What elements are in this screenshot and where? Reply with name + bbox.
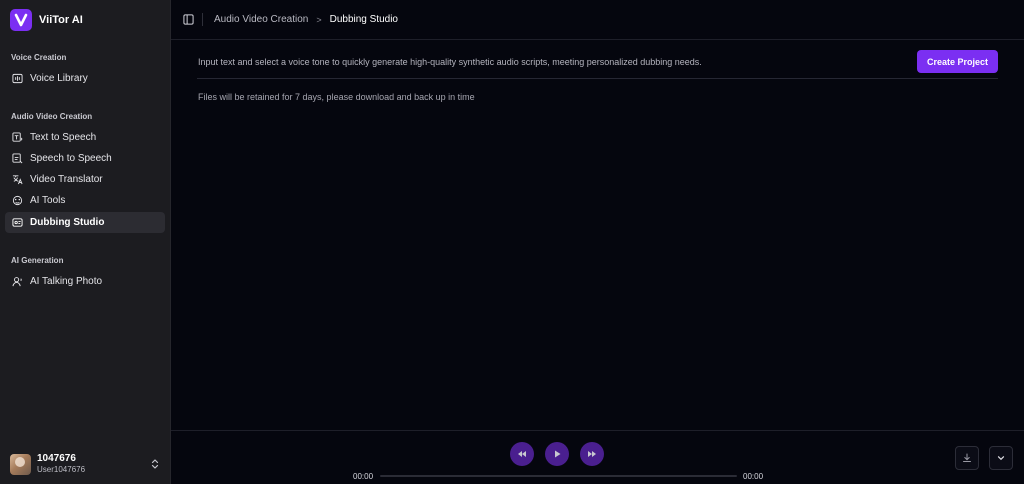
chevron-down-icon: [997, 456, 1005, 461]
avatar: [10, 453, 31, 475]
download-button[interactable]: [955, 446, 979, 470]
page-description: Input text and select a voice tone to qu…: [198, 57, 702, 67]
sidebar-item-speech-to-speech[interactable]: Speech to Speech: [5, 148, 165, 169]
talking-photo-icon: [12, 276, 23, 287]
breadcrumb: Audio Video Creation > Dubbing Studio: [214, 14, 398, 25]
rewind-icon: [518, 451, 526, 457]
sidebar-item-text-to-speech[interactable]: Text to Speech: [5, 127, 165, 148]
brand-logo: [10, 9, 32, 31]
ai-tools-icon: [12, 195, 23, 206]
section-title-voice-creation: Voice Creation: [11, 53, 67, 62]
sidebar: ViiTor AI Voice Creation Voice Library A…: [0, 0, 171, 484]
create-project-button[interactable]: Create Project: [917, 50, 998, 73]
breadcrumb-separator: >: [316, 14, 322, 25]
user-name: User1047676: [37, 465, 86, 474]
sidebar-toggle-icon[interactable]: [183, 14, 194, 25]
brand[interactable]: ViiTor AI: [10, 9, 83, 31]
sidebar-item-label: AI Talking Photo: [30, 276, 103, 287]
play-button[interactable]: [545, 442, 569, 466]
speech-to-speech-icon: [12, 153, 23, 164]
divider: [202, 13, 203, 26]
sidebar-item-dubbing-studio[interactable]: Dubbing Studio: [5, 212, 165, 233]
collapse-player-button[interactable]: [989, 446, 1013, 470]
play-icon: [555, 450, 561, 458]
section-title-ai-generation: AI Generation: [11, 256, 64, 265]
video-translator-icon: [12, 174, 23, 185]
divider: [197, 78, 998, 79]
retention-notice: Files will be retained for 7 days, pleas…: [198, 92, 475, 102]
text-to-speech-icon: [12, 132, 23, 143]
chevron-up-down-icon[interactable]: [150, 458, 160, 470]
total-time: 00:00: [743, 472, 764, 481]
breadcrumb-parent[interactable]: Audio Video Creation: [214, 14, 308, 25]
sidebar-item-label: Voice Library: [30, 73, 88, 84]
sidebar-item-voice-library[interactable]: Voice Library: [5, 68, 165, 89]
sidebar-item-video-translator[interactable]: Video Translator: [5, 169, 165, 190]
rewind-button[interactable]: [510, 442, 534, 466]
sidebar-item-ai-tools[interactable]: AI Tools: [5, 190, 165, 211]
brand-name: ViiTor AI: [39, 14, 83, 26]
fast-forward-button[interactable]: [580, 442, 604, 466]
sidebar-item-label: AI Tools: [30, 195, 66, 206]
sidebar-item-label: Text to Speech: [30, 132, 97, 143]
current-time: 00:00: [353, 472, 374, 481]
sidebar-item-label: Dubbing Studio: [30, 217, 105, 228]
sidebar-item-label: Video Translator: [30, 174, 103, 185]
topbar: Audio Video Creation > Dubbing Studio: [171, 0, 1024, 40]
voice-library-icon: [12, 73, 23, 84]
fast-forward-icon: [588, 451, 596, 457]
breadcrumb-current: Dubbing Studio: [329, 14, 398, 25]
section-title-audio-video-creation: Audio Video Creation: [11, 112, 93, 121]
sidebar-item-ai-talking-photo[interactable]: AI Talking Photo: [5, 271, 165, 292]
download-icon: [963, 453, 971, 462]
sidebar-item-label: Speech to Speech: [30, 153, 112, 164]
progress-bar[interactable]: [380, 475, 737, 477]
logo-v-icon: [14, 13, 28, 27]
dubbing-studio-icon: [12, 217, 23, 228]
user-menu[interactable]: 1047676 User1047676: [10, 452, 162, 476]
audio-player: 00:00 00:00: [171, 430, 1024, 484]
user-id: 1047676: [37, 453, 76, 464]
